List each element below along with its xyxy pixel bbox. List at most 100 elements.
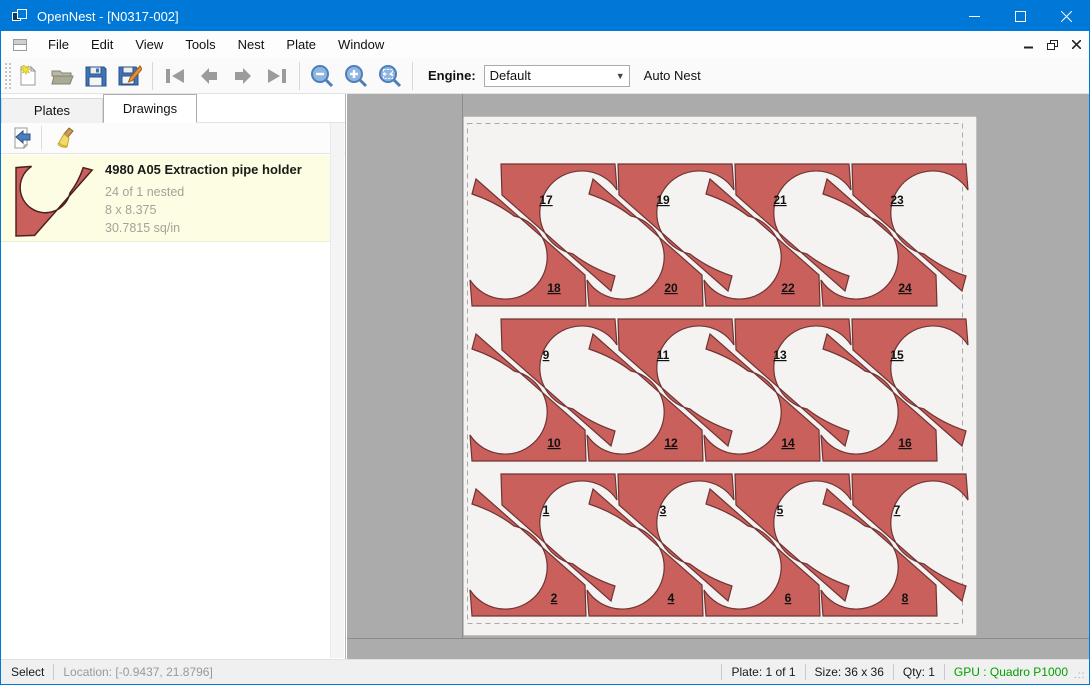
drawing-list-item[interactable]: 4980 A05 Extraction pipe holder 24 of 1 … — [1, 155, 331, 242]
maximize-icon — [1015, 11, 1026, 22]
status-separator — [53, 664, 54, 680]
go-last-button[interactable] — [260, 60, 294, 92]
status-location: Location: [-0.9437, 21.8796] — [63, 665, 212, 679]
import-drawing-icon — [11, 127, 33, 149]
part-label-18: 18 — [547, 281, 561, 295]
go-previous-button[interactable] — [192, 60, 226, 92]
zoom-out-icon — [310, 64, 334, 88]
part-label-12: 12 — [664, 436, 678, 450]
part-label-3: 3 — [660, 503, 667, 517]
go-next-button[interactable] — [226, 60, 260, 92]
status-separator — [893, 664, 894, 680]
toolbar-separator — [412, 62, 413, 90]
part-label-16: 16 — [898, 436, 912, 450]
open-file-icon — [50, 65, 74, 87]
go-next-icon — [233, 67, 253, 85]
part-label-20: 20 — [664, 281, 678, 295]
zoom-in-icon — [344, 64, 368, 88]
close-icon — [1061, 11, 1072, 22]
tab-strip: Plates Drawings — [1, 96, 197, 123]
menu-item-file[interactable]: File — [37, 32, 80, 57]
part-thumbnail — [1, 155, 105, 242]
resize-grip[interactable]: .:: — [1074, 670, 1086, 682]
part-label-11: 11 — [657, 348, 670, 362]
mdi-restore-button[interactable] — [1047, 40, 1058, 50]
import-drawing-button[interactable] — [7, 125, 37, 152]
go-first-button[interactable] — [158, 60, 192, 92]
part-shape-icon — [16, 166, 92, 236]
save-icon — [85, 65, 107, 87]
panel-scrollbar[interactable] — [330, 123, 344, 658]
part-label-14: 14 — [781, 436, 795, 450]
menu-bar: FileEditViewToolsNestPlateWindow — [1, 31, 1089, 58]
window-title: OpenNest - [N0317-002] — [37, 9, 179, 24]
close-button[interactable] — [1043, 1, 1089, 31]
plate-view[interactable]: 171819202122232491011121314151612345678 — [463, 116, 977, 636]
toolbar-separator — [152, 62, 153, 90]
minimize-icon — [969, 11, 980, 22]
tab-drawings[interactable]: Drawings — [103, 94, 197, 123]
drawing-nested-count: 24 of 1 nested — [105, 183, 302, 201]
maximize-button[interactable] — [997, 1, 1043, 31]
part-label-7: 7 — [894, 503, 901, 517]
go-previous-icon — [199, 67, 219, 85]
zoom-out-button[interactable] — [305, 60, 339, 92]
part-label-5: 5 — [777, 503, 784, 517]
part-label-6: 6 — [785, 591, 792, 605]
status-separator — [944, 664, 945, 680]
part-label-4: 4 — [668, 591, 675, 605]
part-label-24: 24 — [898, 281, 912, 295]
clean-broom-button[interactable] — [52, 125, 82, 152]
menu-item-view[interactable]: View — [124, 32, 174, 57]
menu-item-window[interactable]: Window — [327, 32, 395, 57]
app-icon — [12, 9, 28, 23]
mdi-minimize-button[interactable] — [1024, 39, 1033, 51]
status-qty: Qty: 1 — [903, 665, 935, 679]
drawing-title: 4980 A05 Extraction pipe holder — [105, 162, 302, 177]
minimize-button[interactable] — [951, 1, 997, 31]
status-bar: Select Location: [-0.9437, 21.8796] Plat… — [1, 659, 1089, 684]
part-label-8: 8 — [902, 591, 909, 605]
save-button[interactable] — [79, 60, 113, 92]
part-label-9: 9 — [543, 348, 550, 362]
mdi-document-icon[interactable] — [13, 39, 27, 51]
mdi-close-button[interactable] — [1072, 39, 1081, 51]
menu-item-nest[interactable]: Nest — [227, 32, 276, 57]
chevron-down-icon[interactable]: ▼ — [612, 71, 629, 81]
go-last-icon — [266, 67, 288, 85]
status-plate: Plate: 1 of 1 — [731, 665, 795, 679]
status-gpu: GPU : Quadro P1000 — [954, 665, 1068, 679]
engine-label: Engine: — [428, 68, 476, 83]
toolbar-separator — [41, 126, 42, 150]
part-label-23: 23 — [890, 193, 904, 207]
zoom-in-button[interactable] — [339, 60, 373, 92]
menu-items: FileEditViewToolsNestPlateWindow — [37, 32, 395, 57]
toolbar-separator — [299, 62, 300, 90]
open-file-button[interactable] — [45, 60, 79, 92]
horizontal-scrollbar[interactable] — [347, 638, 1089, 659]
menu-item-edit[interactable]: Edit — [80, 32, 124, 57]
part-label-17: 17 — [539, 193, 553, 207]
tab-plates[interactable]: Plates — [1, 98, 103, 123]
go-first-icon — [164, 67, 186, 85]
status-size: Size: 36 x 36 — [815, 665, 884, 679]
clean-broom-icon — [56, 127, 78, 150]
mdi-close-icon — [1072, 40, 1081, 49]
engine-select[interactable]: Default ▼ — [484, 65, 630, 87]
part-label-21: 21 — [773, 193, 787, 207]
menu-item-plate[interactable]: Plate — [275, 32, 327, 57]
engine-value: Default — [485, 68, 612, 83]
zoom-fit-icon — [378, 64, 402, 88]
part-label-19: 19 — [656, 193, 670, 207]
app-window: OpenNest - [N0317-002] FileEditViewTools… — [0, 0, 1090, 685]
new-file-button[interactable] — [11, 60, 45, 92]
menu-item-tools[interactable]: Tools — [174, 32, 226, 57]
nest-canvas[interactable]: 171819202122232491011121314151612345678 — [347, 94, 1089, 659]
auto-nest-button[interactable]: Auto Nest — [644, 68, 701, 83]
save-as-button[interactable] — [113, 60, 147, 92]
zoom-fit-button[interactable] — [373, 60, 407, 92]
main-toolbar: Engine: Default ▼ Auto Nest — [1, 58, 1089, 94]
new-file-icon — [17, 64, 39, 88]
mdi-minimize-icon — [1024, 40, 1033, 49]
part-label-13: 13 — [773, 348, 787, 362]
